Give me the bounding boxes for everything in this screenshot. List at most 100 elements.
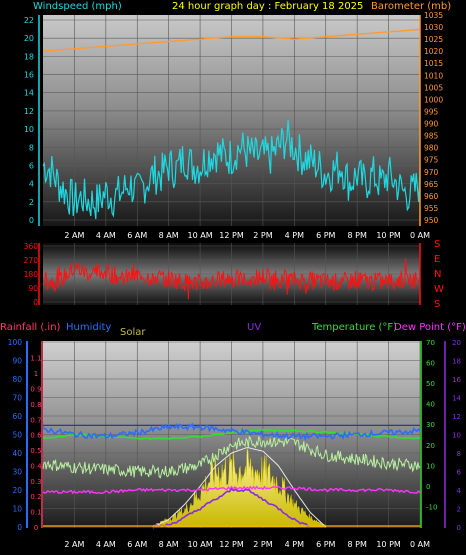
barometer-tick-label: 1000 [424,95,443,104]
direction-tick-label: 180 [24,270,39,279]
humidity-tick-label: 50 [12,431,22,440]
rainfall-tick-label: 0.9 [30,385,41,393]
windspeed-tick-label: 2 [29,198,34,207]
windspeed-tick-label: 20 [24,34,34,43]
x-tick-label: 6 PM [316,231,335,240]
windspeed-axis-title: Windspeed (mph) [33,1,122,12]
temperature-tick-label: 0 [426,483,430,491]
uv-tick-label: 8 [457,450,461,458]
x-tick-label: 8 PM [347,540,366,549]
uv-tick-label: 14 [452,395,461,403]
barometer-tick-label: 980 [424,144,439,153]
barometer-tick-label: 975 [424,156,439,165]
humidity-tick-label: 60 [12,412,22,421]
direction-tick-label: 360 [24,242,39,251]
rainfall-tick-label: 1.1 [30,355,41,363]
compass-label: E [434,254,440,265]
temperature-tick-label: -10 [426,503,437,511]
rainfall-tick-label: 0.6 [30,432,42,440]
humidity-tick-label: 10 [12,505,22,514]
legend-temperature: Temperature (°F) [311,322,397,333]
rainfall-tick-label: 0.4 [30,462,42,470]
barometer-tick-label: 1025 [424,35,443,44]
x-tick-label: 8 AM [159,540,179,549]
weather-chart: 2 AM 4 AM 6 AM 8 AM 10 AM 12 PM 2 PM 4 PM 6 PM 8 … [0,1,466,549]
temperature-tick-label: 50 [426,380,435,388]
temperature-tick-label: 30 [426,421,435,429]
direction-tick-label: 90 [28,284,38,293]
windspeed-tick-label: 4 [29,180,34,189]
windspeed-tick-label: 12 [24,107,34,116]
barometer-tick-label: 1030 [424,23,443,32]
rainfall-tick-label: 0.1 [30,509,41,517]
barometer-tick-label: 1015 [424,59,443,68]
windspeed-tick-label: 8 [29,143,34,152]
windspeed-tick-label: 22 [24,16,34,25]
barometer-tick-label: 960 [424,192,439,201]
humidity-tick-label: 80 [12,375,22,384]
legend-dew-point: Dew Point (°F) [394,322,466,333]
uv-tick-label: 12 [452,413,461,421]
x-tick-label: 4 AM [96,231,116,240]
x-tick-label: 0 AM [410,231,430,240]
humidity-tick-label: 30 [12,468,22,477]
windspeed-tick-label: 0 [29,216,34,225]
x-tick-label: 10 AM [188,540,213,549]
x-tick-label: 6 AM [127,231,147,240]
humidity-tick-label: 90 [12,357,22,366]
legend-rainfall: Rainfall (.in) [0,322,61,333]
legend-humidity: Humidity [66,322,111,333]
rainfall-tick-label: 0.3 [30,478,41,486]
windspeed-tick-label: 14 [24,89,34,98]
temperature-tick-label: 10 [426,462,435,470]
barometer-tick-label: 970 [424,168,439,177]
chart-title: 24 hour graph day : February 18 2025 [172,1,363,12]
barometer-axis-title: Barometer (mb) [371,1,451,12]
temperature-tick-label: 60 [426,360,435,368]
x-tick-label: 10 PM [376,540,401,549]
barometer-tick-label: 950 [424,216,439,225]
compass-label: N [434,269,441,280]
x-tick-label: 2 AM [64,231,84,240]
barometer-tick-label: 1035 [424,11,443,20]
x-tick-label: 6 AM [127,540,147,549]
x-tick-label: 2 PM [253,231,272,240]
uv-tick-label: 10 [452,432,461,440]
windspeed-tick-label: 18 [24,52,34,61]
compass-label: S [434,299,440,310]
x-tick-label: 8 AM [159,231,179,240]
direction-tick-label: 0 [33,298,38,307]
uv-tick-label: 18 [452,358,461,366]
temperature-tick-label: 40 [426,401,435,409]
x-tick-label: 12 PM [219,231,244,240]
x-tick-label: 12 PM [219,540,244,549]
legend-solar: Solar [120,327,146,338]
x-tick-label: 4 PM [285,540,304,549]
rainfall-tick-label: 0.2 [30,493,41,501]
uv-tick-label: 16 [452,376,461,384]
barometer-tick-label: 985 [424,132,439,141]
temperature-tick-label: 20 [426,442,435,450]
x-tick-label: 10 PM [376,231,401,240]
temperature-tick-label: 70 [426,339,435,347]
uv-tick-label: 2 [457,506,461,514]
humidity-tick-label: 70 [12,394,22,403]
uv-tick-label: 4 [457,487,462,495]
humidity-tick-label: 100 [8,338,23,347]
rainfall-tick-label: 0.5 [30,447,41,455]
humidity-tick-label: 20 [12,486,22,495]
x-tick-label: 4 AM [96,540,116,549]
x-tick-label: 2 PM [253,540,272,549]
rainfall-tick-label: 0.8 [30,401,41,409]
barometer-tick-label: 1005 [424,83,443,92]
windspeed-tick-label: 6 [29,161,34,170]
x-tick-label: 0 AM [410,540,430,549]
x-tick-label: 8 PM [347,231,366,240]
rainfall-tick-label: 0 [34,524,38,532]
x-tick-label: 4 PM [285,231,304,240]
barometer-tick-label: 955 [424,204,439,213]
x-tick-label: 6 PM [316,540,335,549]
windspeed-tick-label: 16 [24,71,34,80]
direction-tick-label: 270 [24,256,39,265]
windspeed-tick-label: 10 [24,125,34,134]
